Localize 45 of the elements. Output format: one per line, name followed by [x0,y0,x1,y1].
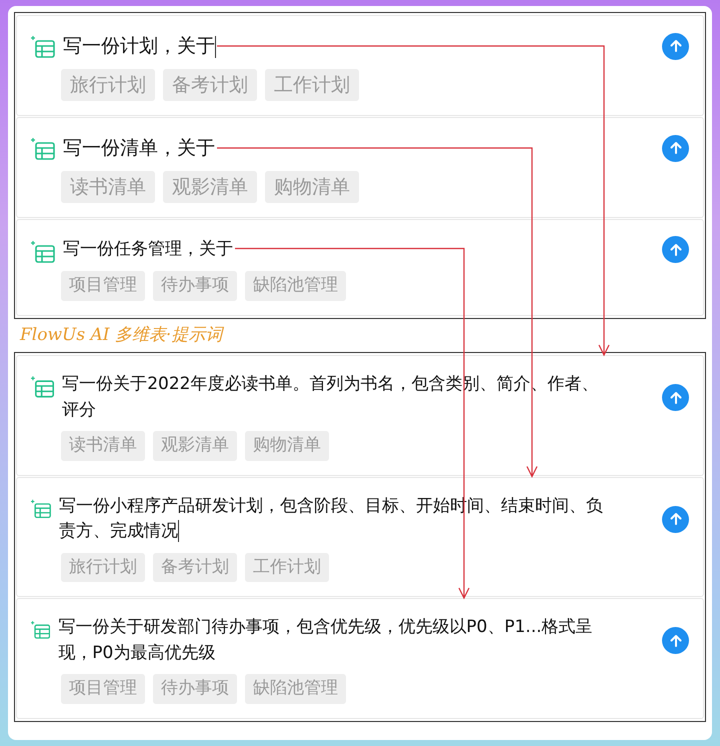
suggestion-chip[interactable]: 项目管理 [61,271,145,300]
arrow-up-icon [668,242,682,256]
suggestion-chip[interactable]: 缺陷池管理 [245,271,346,300]
send-button[interactable] [662,134,689,162]
arrow-up-icon [668,634,682,648]
suggestion-chip[interactable]: 待办事项 [153,674,237,704]
suggestion-chip[interactable]: 项目管理 [61,674,145,704]
suggestion-chip[interactable]: 缺陷池管理 [245,674,346,704]
send-button[interactable] [662,627,689,654]
suggestion-chip[interactable]: 备考计划 [163,68,257,101]
prompt-card[interactable]: 写一份任务管理，关于 项目管理 待办事项 缺陷池管理 [16,219,704,316]
arrow-up-icon [668,390,682,404]
table-icon [31,240,55,262]
table-icon [31,376,54,398]
suggestion-chip[interactable]: 观影清单 [163,170,257,203]
suggestion-chip[interactable]: 工作计划 [245,552,329,582]
suggestion-chip[interactable]: 购物清单 [245,431,329,460]
arrow-up-icon [668,141,682,156]
suggestion-chip[interactable]: 观影清单 [153,431,237,460]
prompt-text: 写一份任务管理，关于 [63,238,233,260]
table-icon [31,619,50,641]
table-icon [31,138,55,160]
prompt-text: 写一份关于研发部门待办事项，包含优先级，优先级以P0、P1...格式呈现，P0为最高优先级 [58,616,594,664]
send-button[interactable] [662,32,689,60]
suggestion-chip[interactable]: 购物清单 [265,170,359,203]
prompt-card[interactable]: 写一份关于研发部门待办事项，包含优先级，优先级以P0、P1...格式呈现，P0为最高优先级 项目管理 待办事项 缺陷池管理 [16,598,704,718]
arrow-up-icon [668,512,682,526]
suggestion-chip[interactable]: 工作计划 [265,68,359,101]
prompt-card[interactable]: 写一份清单，关于 读书清单 观影清单 购物清单 [16,117,704,218]
suggestion-chip[interactable]: 待办事项 [153,271,237,300]
prompt-card[interactable]: 写一份计划，关于 旅行计划 备考计划 工作计划 [16,15,704,116]
table-icon [31,36,55,58]
table-icon [31,498,52,520]
send-button[interactable] [662,236,689,263]
suggestion-chip[interactable]: 备考计划 [153,552,237,582]
suggestion-chip[interactable]: 读书清单 [61,170,155,203]
prompt-text: 写一份计划，关于 [63,34,216,60]
send-button[interactable] [662,384,689,411]
caption: FlowUs AI 多维表·提示词 [18,324,225,346]
suggestion-chip[interactable]: 旅行计划 [61,552,145,582]
prompt-text: 写一份清单，关于 [63,136,215,161]
arrow-up-icon [668,39,682,54]
send-button[interactable] [662,506,689,532]
suggestion-chip[interactable]: 旅行计划 [61,68,155,101]
suggestion-chip[interactable]: 读书清单 [61,431,145,460]
